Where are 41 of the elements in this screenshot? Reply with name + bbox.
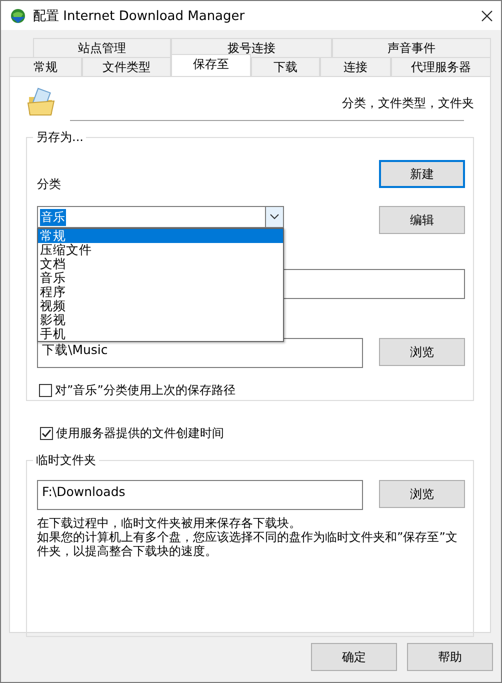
action-button[interactable]: 编辑 <box>379 206 465 234</box>
dialog-button[interactable]: 确定 <box>311 643 397 671</box>
tab[interactable]: 拨号连接 <box>171 38 332 57</box>
globe-icon <box>9 8 27 24</box>
window-title: 配置 Internet Download Manager <box>33 8 246 24</box>
page-description: 分类，文件类型，文件夹 <box>342 95 474 112</box>
tab[interactable]: 保存至 <box>171 54 251 76</box>
dropdown-option[interactable]: 常规 <box>38 229 283 243</box>
checkbox[interactable] <box>39 384 52 397</box>
help-text: 如果您的计算机上有多个盘，您应该选择不同的盘作为临时文件夹和”保存至”文件夹，以提高整合下载块的速度。 <box>37 530 458 558</box>
tab[interactable]: 代理服务器 <box>391 57 491 76</box>
dialog-button[interactable]: 帮助 <box>407 643 493 671</box>
chevron-icon <box>270 214 279 220</box>
tab[interactable]: 站点管理 <box>33 38 171 57</box>
close-icon[interactable] <box>481 10 493 22</box>
tab[interactable]: 文件类型 <box>82 57 171 76</box>
dropdown-option[interactable]: 手机 <box>38 327 283 341</box>
dropdown-option[interactable]: 影视 <box>38 313 283 327</box>
dropdown-option[interactable]: 压缩文件 <box>38 243 283 257</box>
tab[interactable]: 下载 <box>251 57 320 76</box>
path-field[interactable]: 下载\Music <box>37 338 363 368</box>
browse-button[interactable]: 浏览 <box>379 338 465 366</box>
browse-button[interactable]: 浏览 <box>379 480 465 508</box>
dropdown-option[interactable]: 音乐 <box>38 271 283 285</box>
group-title: 另存为... <box>33 129 86 146</box>
tab[interactable]: 连接 <box>320 57 391 76</box>
temp-folder-field[interactable]: F:\Downloads <box>37 480 363 510</box>
checkbox-label: 使用服务器提供的文件创建时间 <box>56 425 224 442</box>
group-title: 临时文件夹 <box>33 452 99 469</box>
category-label: 分类 <box>37 176 61 193</box>
checkbox-label: 对”音乐”分类使用上次的保存路径 <box>55 382 236 399</box>
dropdown-option[interactable]: 视频 <box>38 299 283 313</box>
help-text: 在下载过程中，临时文件夹被用来保存各下载块。 <box>37 516 302 530</box>
folder-icon <box>26 87 56 117</box>
tab[interactable]: 声音事件 <box>332 38 491 57</box>
category-dropdown[interactable]: 音乐 <box>37 206 284 228</box>
dropdown-option[interactable]: 文档 <box>38 257 283 271</box>
tab[interactable]: 常规 <box>9 57 82 76</box>
dropdown-option[interactable]: 程序 <box>38 285 283 299</box>
checkbox[interactable] <box>40 427 53 440</box>
action-button[interactable]: 新建 <box>379 160 465 188</box>
